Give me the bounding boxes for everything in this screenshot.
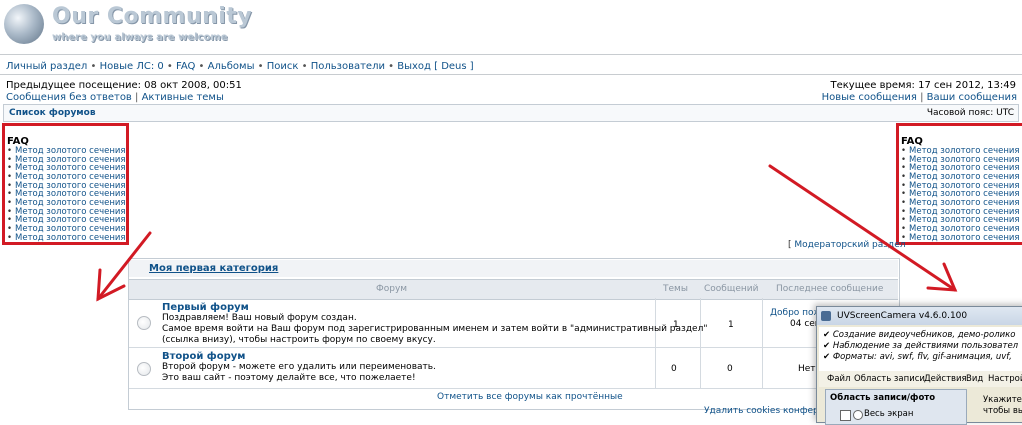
record-area-panel: Область записи/фото Весь экран	[825, 389, 967, 425]
menu-settings[interactable]: Настройк	[988, 374, 1022, 384]
app-icon	[821, 311, 831, 321]
window-titlebar[interactable]: UVScreenCamera v4.6.0.100	[817, 307, 1022, 325]
features-panel: ✔ Создание видеоучебников, демо-ролико ✔…	[819, 327, 1022, 371]
feature-item: ✔ Форматы: avi, swf, flv, gif-анимация, …	[823, 352, 1012, 362]
check-icon: ✔	[823, 341, 831, 351]
check-icon: ✔	[823, 330, 831, 340]
left-arrow-shaft	[96, 231, 152, 301]
menu-file[interactable]: Файл	[827, 374, 850, 384]
menu-actions[interactable]: Действия	[924, 374, 967, 384]
window-menubar: Файл Область записи Действия Вид Настрой…	[819, 371, 1022, 387]
window-title: UVScreenCamera v4.6.0.100	[837, 311, 968, 321]
menu-record-area[interactable]: Область записи	[854, 374, 925, 384]
right-arrow-shaft	[768, 164, 957, 292]
uvscreencamera-window[interactable]: UVScreenCamera v4.6.0.100 ✔ Создание вид…	[816, 306, 1022, 425]
hint-text: Укажите п чтобы вы	[983, 395, 1022, 416]
menu-view[interactable]: Вид	[966, 374, 983, 384]
feature-item: ✔ Наблюдение за действиями пользовател	[823, 341, 1019, 351]
fullscreen-radio[interactable]	[853, 410, 863, 420]
fullscreen-label: Весь экран	[864, 409, 914, 419]
panel-title: Область записи/фото	[830, 393, 936, 403]
fullscreen-checkbox[interactable]	[840, 410, 851, 421]
feature-item: ✔ Создание видеоучебников, демо-ролико	[823, 330, 1016, 340]
check-icon: ✔	[823, 352, 831, 362]
